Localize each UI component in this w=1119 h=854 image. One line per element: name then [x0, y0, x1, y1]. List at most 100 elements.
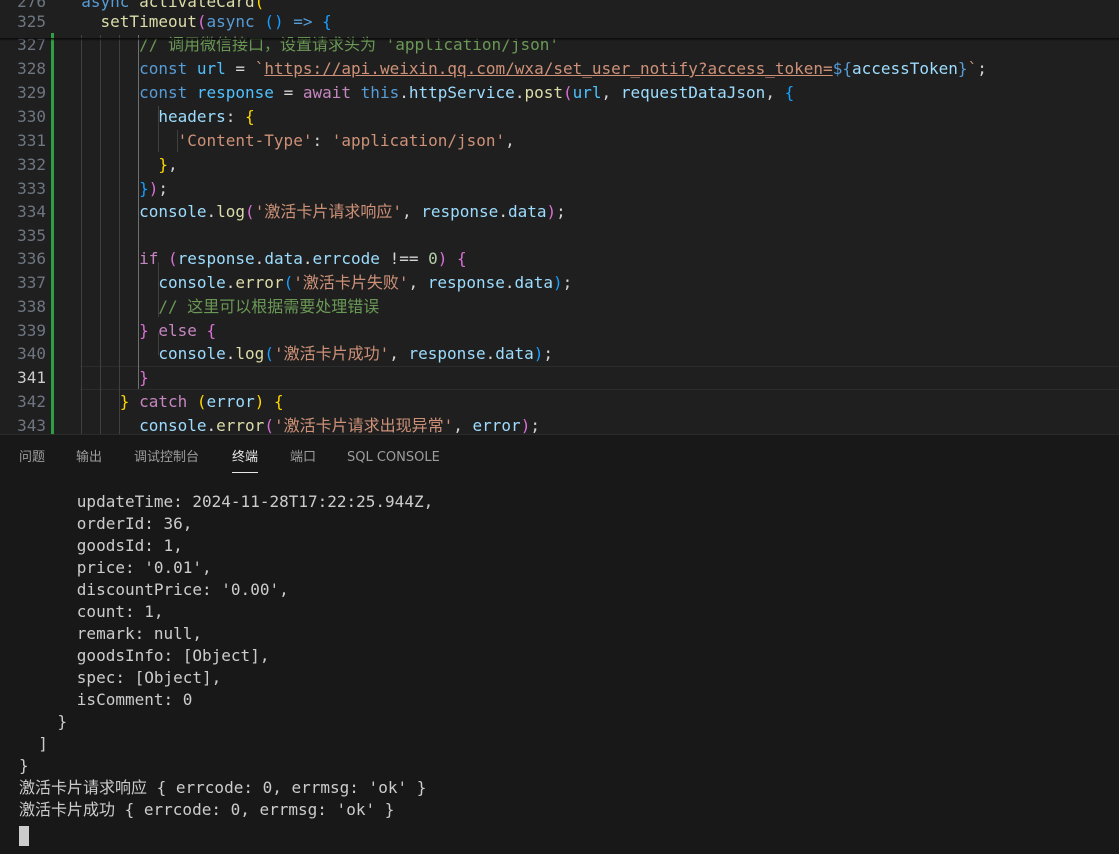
- code-text: const response = await this.httpService.…: [139, 83, 795, 102]
- modified-line-indicator[interactable]: [51, 295, 54, 319]
- line-number: 343: [17, 416, 46, 434]
- code-line[interactable]: 332 },: [0, 153, 1119, 177]
- line-number: 341: [17, 368, 46, 387]
- modified-line-indicator[interactable]: [51, 105, 54, 129]
- terminal-line: 激活卡片请求响应 { errcode: 0, errmsg: 'ok' }: [19, 778, 427, 797]
- code-line[interactable]: 328 const url = `https://api.weixin.qq.c…: [0, 57, 1119, 81]
- line-number: 327: [17, 35, 46, 54]
- code-text: console.error('激活卡片请求出现异常', error);: [139, 416, 540, 434]
- terminal-line: }: [19, 756, 29, 775]
- line-number: 337: [17, 273, 46, 292]
- code-line[interactable]: 330 headers: {: [0, 105, 1119, 129]
- terminal-line: discountPrice: '0.00',: [19, 580, 289, 599]
- line-number: 338: [17, 297, 46, 316]
- code-text: 'Content-Type': 'application/json',: [177, 131, 515, 150]
- modified-line-indicator[interactable]: [51, 177, 54, 201]
- line-number: 342: [17, 392, 46, 411]
- line-number: 330: [17, 107, 46, 126]
- modified-line-indicator[interactable]: [51, 366, 54, 390]
- indent-guide: [81, 35, 82, 434]
- modified-line-indicator[interactable]: [51, 33, 54, 57]
- code-text: // 调用微信接口，设置请求头为 'application/json': [139, 35, 559, 54]
- line-number: 331: [17, 131, 46, 150]
- panel-tab-bar: 问题 输出 调试控制台 终端 端口 SQL CONSOLE: [0, 435, 1119, 481]
- terminal-output[interactable]: updateTime: 2024-11-28T17:22:25.944Z, or…: [0, 491, 1119, 851]
- code-line[interactable]: 340 console.log('激活卡片成功', response.data)…: [0, 342, 1119, 366]
- code-line[interactable]: 335: [0, 224, 1119, 248]
- code-line[interactable]: 327 // 调用微信接口，设置请求头为 'application/json': [0, 33, 1119, 57]
- line-number: 334: [17, 202, 46, 221]
- code-line[interactable]: 334 console.log('激活卡片请求响应', response.dat…: [0, 200, 1119, 224]
- code-line[interactable]: 342 } catch (error) {: [0, 390, 1119, 414]
- tab-debug-console[interactable]: 调试控制台: [134, 449, 199, 467]
- terminal-line: orderId: 36,: [19, 514, 193, 533]
- line-number: 336: [17, 249, 46, 268]
- code-line[interactable]: 341 }: [0, 366, 1119, 390]
- indent-guide: [158, 262, 159, 317]
- code-line[interactable]: 325 setTimeout(async () => {: [0, 10, 1119, 34]
- indent-guide: [100, 35, 101, 434]
- line-number: 340: [17, 344, 46, 363]
- modified-line-indicator[interactable]: [51, 319, 54, 343]
- modified-line-indicator[interactable]: [51, 271, 54, 295]
- code-text: console.log('激活卡片成功', response.data);: [158, 344, 554, 363]
- modified-line-indicator[interactable]: [51, 129, 54, 153]
- terminal-line: price: '0.01',: [19, 558, 212, 577]
- terminal-line: updateTime: 2024-11-28T17:22:25.944Z,: [19, 492, 434, 511]
- code-text: }: [139, 368, 149, 387]
- terminal-line: spec: [Object],: [19, 668, 222, 687]
- modified-line-indicator[interactable]: [51, 247, 54, 271]
- indent-guide: [119, 35, 120, 434]
- code-text: } else {: [139, 321, 217, 340]
- modified-line-indicator[interactable]: [51, 153, 54, 177]
- tab-problems[interactable]: 问题: [19, 449, 45, 467]
- code-line[interactable]: 333 });: [0, 177, 1119, 201]
- code-line[interactable]: 336 if (response.data.errcode !== 0) {: [0, 247, 1119, 271]
- code-editor[interactable]: 276 async activateCard(325 setTimeout(as…: [0, 0, 1119, 434]
- code-line[interactable]: 329 const response = await this.httpServ…: [0, 81, 1119, 105]
- code-text: } catch (error) {: [119, 392, 284, 411]
- line-number: 335: [17, 226, 46, 245]
- tab-ports[interactable]: 端口: [290, 449, 316, 467]
- line-number: 328: [17, 59, 46, 78]
- terminal-line: count: 1,: [19, 602, 164, 621]
- code-text: // 这里可以根据需要处理错误: [158, 297, 380, 316]
- tab-terminal[interactable]: 终端: [232, 449, 259, 473]
- modified-line-indicator[interactable]: [51, 81, 54, 105]
- line-number: 339: [17, 321, 46, 340]
- code-line[interactable]: 338 // 这里可以根据需要处理错误: [0, 295, 1119, 319]
- modified-line-indicator[interactable]: [51, 224, 54, 248]
- code-line[interactable]: 339 } else {: [0, 319, 1119, 343]
- terminal-line: 激活卡片成功 { errcode: 0, errmsg: 'ok' }: [19, 800, 395, 819]
- sticky-scroll-shadow: [0, 38, 1119, 41]
- terminal-line: goodsId: 1,: [19, 536, 183, 555]
- code-text: setTimeout(async () => {: [100, 12, 332, 31]
- indent-guide: [177, 130, 178, 152]
- terminal-line: ]: [19, 734, 48, 753]
- code-line[interactable]: 331 'Content-Type': 'application/json',: [0, 129, 1119, 153]
- bottom-panel: 问题 输出 调试控制台 终端 端口 SQL CONSOLE updateTime…: [0, 434, 1119, 854]
- code-text: if (response.data.errcode !== 0) {: [139, 249, 467, 268]
- tab-output[interactable]: 输出: [76, 449, 102, 467]
- terminal-line: }: [19, 712, 68, 731]
- tab-sql-console[interactable]: SQL CONSOLE: [347, 449, 440, 467]
- modified-line-indicator[interactable]: [51, 390, 54, 414]
- code-line[interactable]: 343 console.error('激活卡片请求出现异常', error);: [0, 414, 1119, 434]
- code-text: const url = `https://api.weixin.qq.com/w…: [139, 59, 987, 78]
- indent-guide: [158, 333, 159, 355]
- indent-guide: [158, 106, 159, 152]
- indent-guide: [138, 35, 139, 389]
- line-number: 329: [17, 83, 46, 102]
- code-text: });: [139, 179, 168, 198]
- modified-line-indicator[interactable]: [51, 414, 54, 434]
- line-number: 332: [17, 155, 46, 174]
- modified-line-indicator[interactable]: [51, 57, 54, 81]
- terminal-line: remark: null,: [19, 624, 203, 643]
- code-line[interactable]: 337 console.error('激活卡片失败', response.dat…: [0, 271, 1119, 295]
- line-number: 325: [17, 12, 46, 31]
- modified-line-indicator[interactable]: [51, 342, 54, 366]
- modified-line-indicator[interactable]: [51, 200, 54, 224]
- terminal-line: isComment: 0: [19, 690, 193, 709]
- terminal-line: goodsInfo: [Object],: [19, 646, 270, 665]
- terminal-cursor: [19, 826, 29, 846]
